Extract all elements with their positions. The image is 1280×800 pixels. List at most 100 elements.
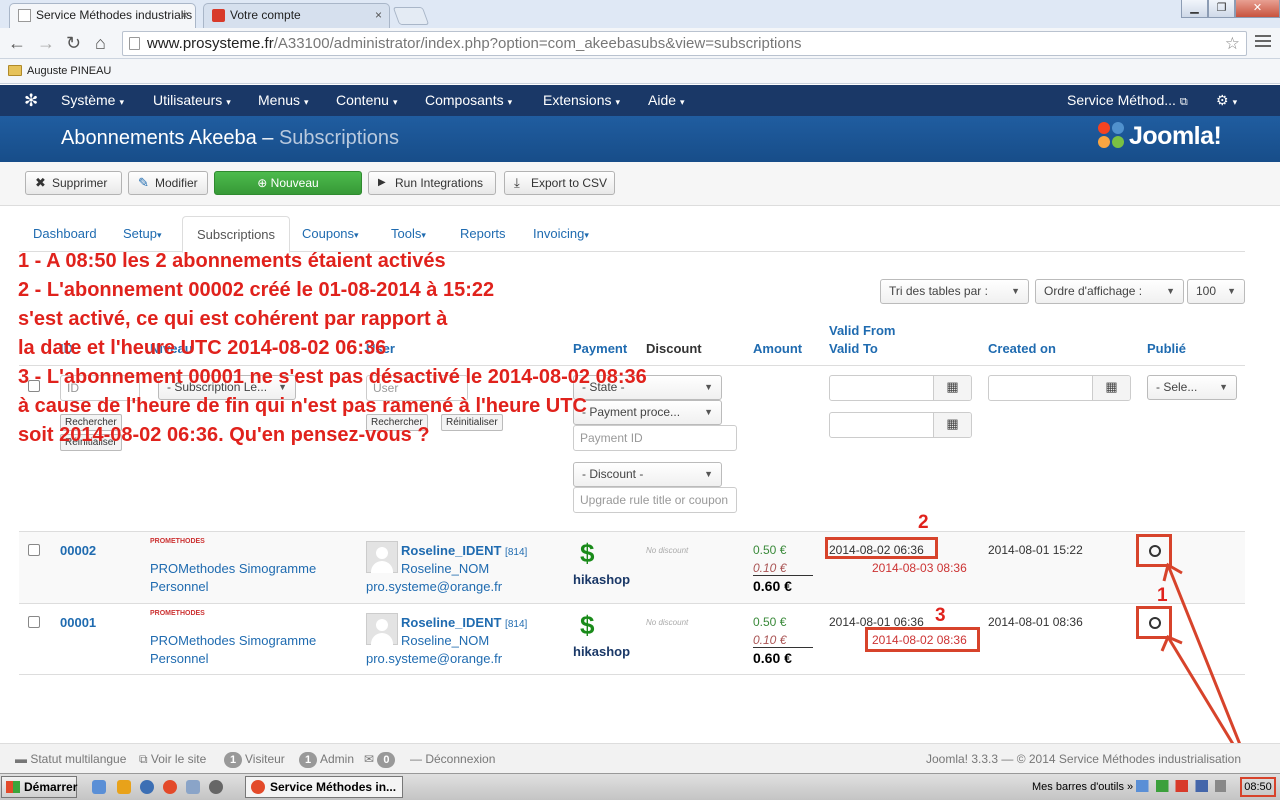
level-link[interactable]: PROMethodes Simogramme: [150, 633, 316, 648]
edit-button[interactable]: ✎ Modifier: [128, 171, 208, 195]
menu-aide[interactable]: Aide ▾: [648, 85, 685, 118]
settings-menu[interactable]: ⚙ ▾: [1216, 85, 1237, 118]
header-payment[interactable]: Payment: [573, 341, 627, 356]
tab-subscriptions[interactable]: Subscriptions: [182, 216, 291, 253]
back-icon[interactable]: ←: [8, 32, 26, 54]
payment-processor-select[interactable]: - Payment proce... ▼: [573, 400, 722, 425]
multilang-label: Statut multilangue: [30, 752, 127, 766]
username-link[interactable]: Roseline_IDENT [814]: [401, 615, 527, 630]
logout-link[interactable]: — Déconnexion: [410, 752, 495, 766]
close-tab-icon[interactable]: ×: [375, 4, 382, 27]
menu-systeme[interactable]: Système ▾: [61, 85, 124, 118]
header-valid-from[interactable]: Valid From: [829, 323, 895, 338]
annotation-marker-2: 2: [918, 512, 929, 533]
browser-tab-active[interactable]: Service Méthodes industrialis ×: [9, 3, 196, 28]
created-on-input[interactable]: ▦: [988, 375, 1131, 401]
calendar-icon[interactable]: ▦: [1092, 376, 1130, 400]
limit-select[interactable]: 100 ▼: [1187, 279, 1245, 304]
row-checkbox[interactable]: [28, 544, 40, 556]
close-tab-icon[interactable]: ×: [181, 4, 188, 27]
logout-label: Déconnexion: [425, 752, 496, 766]
avatar: [366, 541, 398, 573]
run-integrations-button[interactable]: ▶ Run Integrations: [368, 171, 496, 195]
order-select[interactable]: Ordre d'affichage : ▼: [1035, 279, 1184, 304]
chrome-icon[interactable]: [163, 780, 177, 794]
menu-utilisateurs[interactable]: Utilisateurs ▾: [153, 85, 231, 118]
tab-invoicing[interactable]: Invoicing▾: [519, 216, 603, 252]
tax-amount: 0.10 €: [753, 561, 813, 576]
url-bar[interactable]: www.prosysteme.fr/A33100/administrator/i…: [122, 31, 1247, 56]
valid-from-input[interactable]: ▦: [829, 375, 972, 401]
reload-icon[interactable]: ↻: [66, 32, 81, 54]
username-link[interactable]: Roseline_IDENT [814]: [401, 543, 527, 558]
home-icon[interactable]: ⌂: [95, 32, 106, 54]
edit-icon: ✎: [138, 175, 149, 190]
tab-reports[interactable]: Reports: [446, 216, 520, 252]
taskbar-clock[interactable]: 08:50: [1240, 777, 1276, 797]
minimize-button[interactable]: ▁: [1181, 0, 1208, 18]
new-tab-button[interactable]: [392, 7, 430, 25]
site-link[interactable]: Service Méthod... ⧉: [1067, 85, 1188, 118]
tab-tools[interactable]: Tools▾: [377, 216, 440, 252]
calendar-icon[interactable]: ▦: [933, 413, 971, 437]
tab-setup[interactable]: Setup▾: [109, 216, 176, 252]
header-valid-to[interactable]: Valid To: [829, 341, 878, 356]
calendar-icon[interactable]: ▦: [933, 376, 971, 400]
ie-icon[interactable]: [92, 780, 106, 794]
tab-coupons[interactable]: Coupons▾: [288, 216, 373, 252]
highlight-box-valid-from-00002: [825, 537, 938, 559]
messages-status[interactable]: ✉ 0: [364, 752, 398, 768]
header-amount[interactable]: Amount: [753, 341, 802, 356]
copyright-text: Joomla! 3.3.3 — © 2014 Service Méthodes …: [926, 752, 1242, 766]
new-button[interactable]: ⊕ Nouveau: [214, 171, 362, 195]
level-link[interactable]: PROMethodes Simogramme: [150, 561, 316, 576]
browser-tab-votre-compte[interactable]: Votre compte ×: [203, 3, 390, 28]
app-icon[interactable]: [186, 780, 200, 794]
subscription-id-link[interactable]: 00001: [60, 615, 96, 630]
forward-icon[interactable]: →: [37, 32, 55, 54]
bookmark-item[interactable]: Auguste PINEAU: [27, 65, 111, 77]
row-checkbox[interactable]: [28, 616, 40, 628]
admin-status[interactable]: 1 Admin: [299, 752, 354, 768]
close-window-button[interactable]: ✕: [1235, 0, 1280, 18]
multilang-status[interactable]: ▬ Statut multilangue: [15, 752, 126, 766]
bookmark-star-icon[interactable]: ☆: [1225, 32, 1240, 55]
download-icon: ⤓: [514, 175, 520, 190]
valid-to-input[interactable]: ▦: [829, 412, 972, 438]
menu-composants[interactable]: Composants ▾: [425, 85, 512, 118]
start-button[interactable]: Démarrer: [1, 776, 77, 798]
header-published[interactable]: Publié: [1147, 341, 1186, 356]
delete-button[interactable]: ✖ Supprimer: [25, 171, 122, 195]
discount-filter-select[interactable]: - Discount - ▼: [573, 462, 722, 487]
browser-menu-icon[interactable]: [1255, 35, 1271, 50]
annotation-line-1: 1 - A 08:50 les 2 abonnements étaient ac…: [18, 250, 446, 272]
level-link-line2[interactable]: Personnel: [150, 651, 209, 666]
tray-icons[interactable]: [1136, 780, 1227, 792]
media-player-icon[interactable]: [140, 780, 154, 794]
chevron-icon[interactable]: »: [1127, 781, 1133, 793]
outlook-icon[interactable]: [117, 780, 131, 794]
upgrade-rule-input[interactable]: Upgrade rule title or coupon: [573, 487, 737, 513]
taskbar-app-button[interactable]: Service Méthodes in...: [245, 776, 403, 798]
sort-by-select[interactable]: Tri des tables par : ▼: [880, 279, 1029, 304]
payment-processor: hikashop: [573, 644, 631, 659]
export-csv-button[interactable]: ⤓ Export to CSV: [504, 171, 615, 195]
header-created-on[interactable]: Created on: [988, 341, 1056, 356]
level-link-line2[interactable]: Personnel: [150, 579, 209, 594]
toolbars-label[interactable]: Mes barres d'outils: [1032, 781, 1124, 793]
visitors-status[interactable]: 1 Visiteur: [224, 752, 285, 768]
browser-tab-bar: Service Méthodes industrialis × Votre co…: [0, 0, 1280, 28]
subscription-id-link[interactable]: 00002: [60, 543, 96, 558]
menu-menus[interactable]: Menus ▾: [258, 85, 309, 118]
view-site-link[interactable]: ⧉ Voir le site: [139, 752, 206, 767]
button-label: Export to CSV: [531, 176, 608, 190]
menu-extensions[interactable]: Extensions ▾: [543, 85, 620, 118]
settings-app-icon[interactable]: [209, 780, 223, 794]
button-label: Modifier: [155, 176, 198, 190]
published-filter-select[interactable]: - Sele... ▼: [1147, 375, 1237, 400]
joomla-icon[interactable]: ✻: [24, 85, 38, 116]
menu-contenu[interactable]: Contenu ▾: [336, 85, 397, 118]
maximize-button[interactable]: ❐: [1208, 0, 1235, 18]
payment-id-input[interactable]: Payment ID: [573, 425, 737, 451]
tab-dashboard[interactable]: Dashboard: [19, 216, 111, 252]
